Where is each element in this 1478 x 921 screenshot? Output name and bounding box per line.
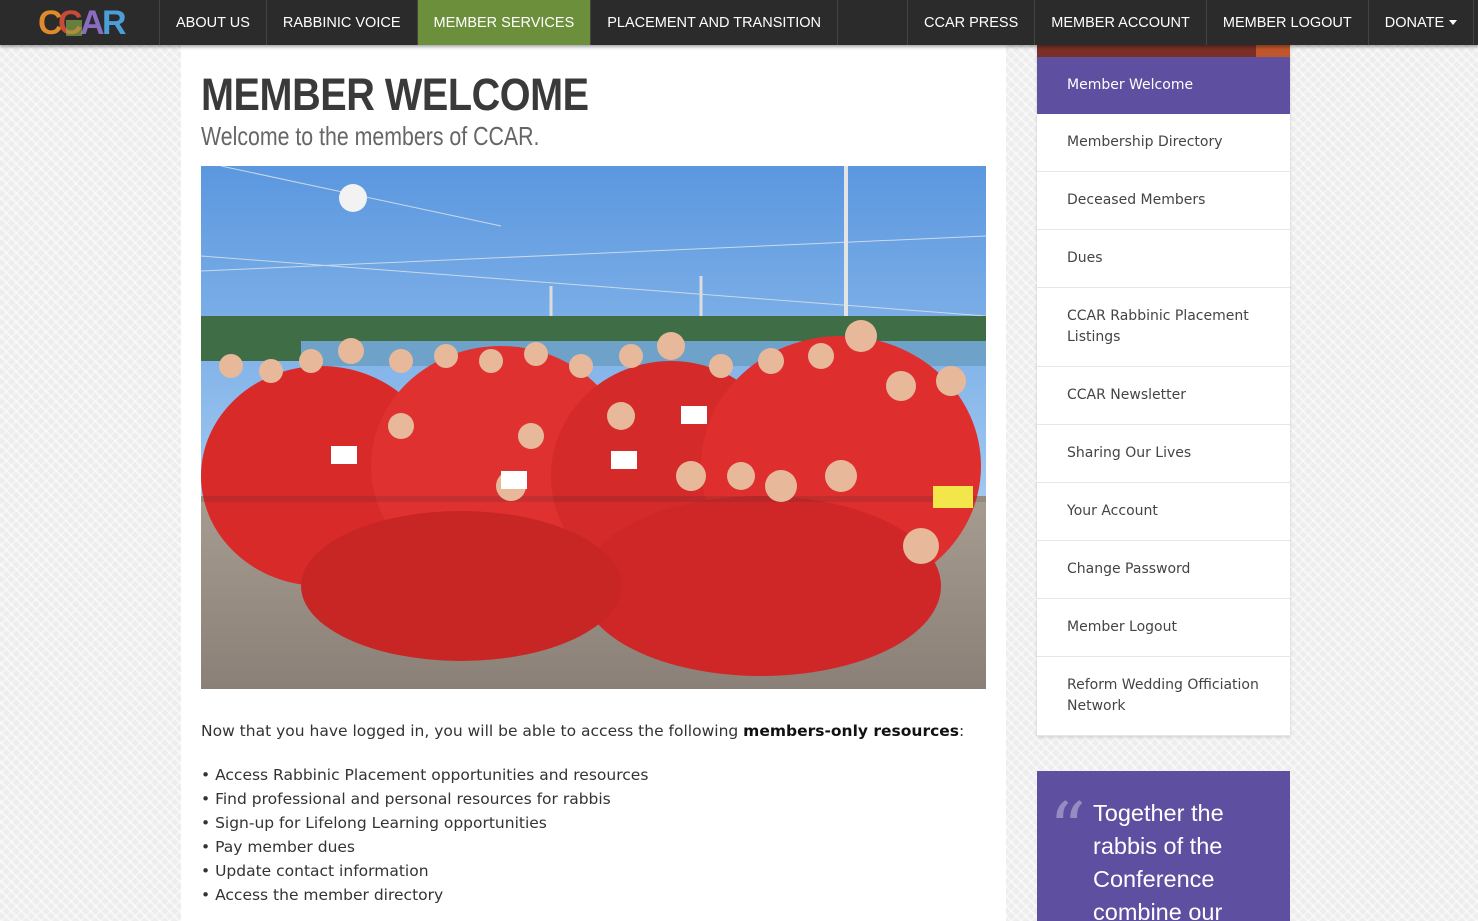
sidebar-item-deceased-members[interactable]: Deceased Members <box>1037 172 1290 230</box>
page-title: MEMBER WELCOME <box>201 69 589 120</box>
sidebar-item-label: Deceased Members <box>1067 192 1206 208</box>
sidebar-item-ccar-rabbinic-placement-listings[interactable]: CCAR Rabbinic Placement Listings <box>1037 288 1290 367</box>
nav-member-account[interactable]: MEMBER ACCOUNT <box>1034 0 1206 45</box>
sidebar-item-reform-wedding-officiation-network[interactable]: Reform Wedding Officiation Network <box>1037 657 1290 736</box>
resource-list-item: • Find professional and personal resourc… <box>201 790 611 808</box>
resource-list-item: • Pay member dues <box>201 838 356 856</box>
nav-donate-label: DONATE <box>1384 14 1445 31</box>
quote-box: “ Together the rabbis of the Conference … <box>1037 771 1290 921</box>
sidebar-item-label: Member Welcome <box>1067 77 1194 93</box>
sidebar-item-label: Change Password <box>1067 561 1191 577</box>
sidebar-item-label: Member Logout <box>1067 619 1177 635</box>
nav-member-logout-label: MEMBER LOGOUT <box>1222 14 1352 31</box>
search-button[interactable] <box>1473 0 1478 45</box>
sidebar-item-member-logout[interactable]: Member Logout <box>1037 599 1290 657</box>
quote-text: Together the rabbis of the Conference co… <box>1093 800 1224 921</box>
sidebar-item-label: Dues <box>1067 250 1103 266</box>
intro-text: Now that you have logged in, you will be… <box>201 722 981 740</box>
main-content: MEMBER WELCOME Welcome to the members of… <box>181 45 1006 921</box>
top-navigation: C C A R ABOUT USRABBINIC VOICEMEMBER SER… <box>0 0 1478 45</box>
intro-text-bold: members-only resources <box>743 722 960 740</box>
nav-donate[interactable]: DONATE <box>1367 0 1473 45</box>
nav-ccar-press[interactable]: CCAR PRESS <box>907 0 1034 45</box>
nav-member-account-label: MEMBER ACCOUNT <box>1051 14 1190 31</box>
sidebar-item-label: Your Account <box>1067 503 1158 519</box>
sidebar-item-label: CCAR Rabbinic Placement Listings <box>1067 308 1249 345</box>
chevron-down-icon <box>1449 20 1458 25</box>
resources-list: • Access Rabbinic Placement opportunitie… <box>201 763 648 907</box>
intro-text-start: Now that you have logged in, you will be… <box>201 722 744 740</box>
nav-about-us[interactable]: ABOUT US <box>159 0 266 45</box>
nav-placement-and-transition[interactable]: PLACEMENT AND TRANSITION <box>590 0 839 45</box>
page-subtitle: Welcome to the members of CCAR. <box>201 121 540 151</box>
svg-text:R: R <box>102 4 126 40</box>
quote-mark-icon: “ <box>1049 787 1086 871</box>
resource-list-item: • Access the member directory <box>201 886 444 904</box>
sidebar-menu: Member Welcome Membership Directory Deceas… <box>1037 45 1290 736</box>
sidebar-item-label: Membership Directory <box>1067 134 1223 150</box>
sidebar-item-label: Sharing Our Lives <box>1067 445 1192 461</box>
sidebar-item-change-password[interactable]: Change Password <box>1037 541 1290 599</box>
intro-text-end: : <box>959 722 965 740</box>
sidebar-item-label: Reform Wedding Officiation Network <box>1067 677 1259 714</box>
sidebar-item-membership-directory[interactable]: Membership Directory <box>1037 114 1290 172</box>
sidebar-item-member-welcome[interactable]: Member Welcome <box>1037 57 1290 114</box>
sidebar-item-sharing-our-lives[interactable]: Sharing Our Lives <box>1037 425 1290 483</box>
svg-text:A: A <box>80 4 104 40</box>
sidebar-item-label: CCAR Newsletter <box>1067 387 1186 403</box>
resource-list-item: • Access Rabbinic Placement opportunitie… <box>201 766 649 784</box>
sidebar-item-dues[interactable]: Dues <box>1037 230 1290 288</box>
sidebar-item-your-account[interactable]: Your Account <box>1037 483 1290 541</box>
nav-rabbinic-voice[interactable]: RABBINIC VOICE <box>265 0 417 45</box>
sidebar-accent-bar <box>1037 45 1290 57</box>
ccar-logo[interactable]: C C A R <box>38 4 130 42</box>
nav-member-logout[interactable]: MEMBER LOGOUT <box>1205 0 1368 45</box>
nav-member-services[interactable]: MEMBER SERVICES <box>416 0 591 45</box>
nav-ccar-press-label: CCAR PRESS <box>924 14 1019 31</box>
sidebar-item-ccar-newsletter[interactable]: CCAR Newsletter <box>1037 367 1290 425</box>
group-photo <box>201 166 986 689</box>
resource-list-item: • Sign-up for Lifelong Learning opportun… <box>201 814 547 832</box>
resource-list-item: • Update contact information <box>201 862 429 880</box>
